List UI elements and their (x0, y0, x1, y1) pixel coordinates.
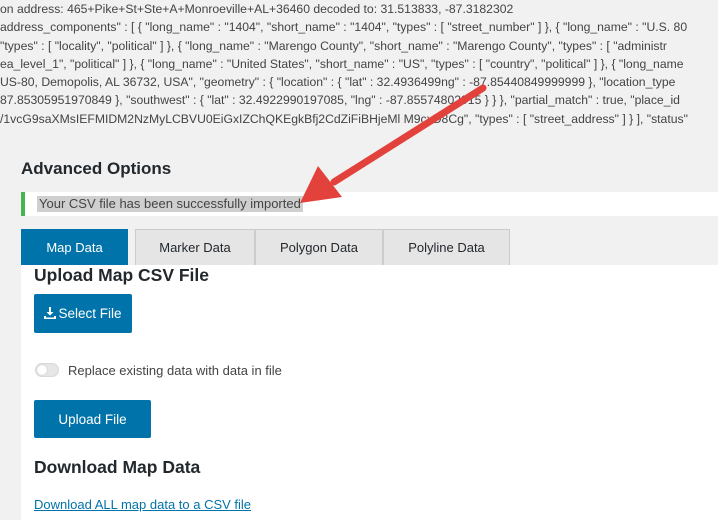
debug-line: /1vcG9saXMsIEFMIDM2NzMyLCBVU0EiGxIZChQKE… (0, 111, 688, 126)
debug-line: 87.85305951970849 }, "southwest" : { "la… (0, 93, 680, 108)
debug-line: 8544085 (0, 128, 718, 130)
tab-map-data[interactable]: Map Data (21, 229, 128, 265)
replace-data-label: Replace existing data with data in file (68, 363, 282, 378)
debug-line: "types" : [ "locality", "political" ] },… (0, 38, 667, 53)
tab-marker-data[interactable]: Marker Data (135, 229, 255, 265)
success-notice: Your CSV file has been successfully impo… (21, 192, 718, 216)
debug-line: US-80, Demopolis, AL 36732, USA", "geome… (0, 75, 676, 90)
debug-line: ea_level_1", "political" ] }, { "long_na… (0, 56, 684, 71)
download-section-title: Download Map Data (34, 457, 201, 477)
select-file-button[interactable]: Select File (34, 294, 132, 333)
notice-text: Your CSV file has been successfully impo… (37, 196, 303, 212)
debug-line: on address: 465+Pike+St+Ste+A+Monroevill… (0, 2, 514, 16)
map-data-panel: Upload Map CSV File Select File Replace … (21, 265, 718, 520)
upload-section-title: Upload Map CSV File (34, 265, 210, 285)
replace-data-toggle[interactable] (35, 363, 59, 377)
download-all-link[interactable]: Download ALL map data to a CSV file (34, 497, 251, 512)
tab-polyline-data[interactable]: Polyline Data (383, 229, 510, 265)
debug-line: address_components" : [ { "long_name" : … (0, 20, 688, 35)
upload-file-button[interactable]: Upload File (34, 400, 151, 438)
select-file-label: Select File (58, 305, 122, 321)
tab-polygon-data[interactable]: Polygon Data (255, 229, 383, 265)
debug-output: on address: 465+Pike+St+Ste+A+Monroevill… (0, 0, 718, 130)
page-title: Advanced Options (21, 159, 172, 178)
download-icon (44, 306, 57, 322)
toggle-knob (37, 365, 47, 375)
